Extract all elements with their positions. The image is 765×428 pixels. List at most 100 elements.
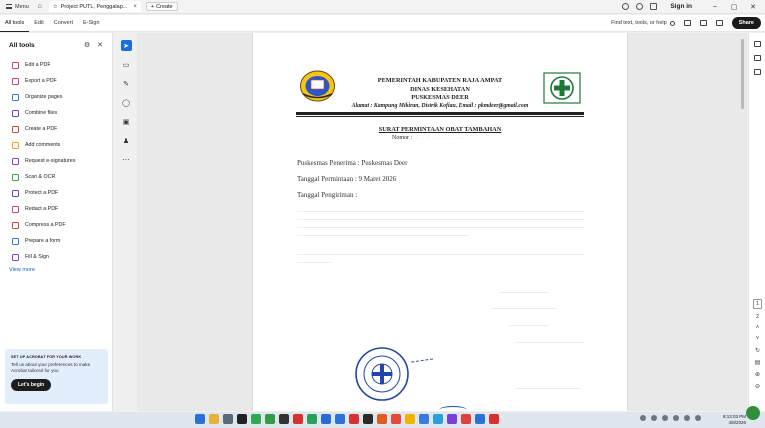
tool-item[interactable]: Fill & Sign	[0, 249, 112, 265]
tool-label: Compress a PDF	[25, 222, 66, 228]
taskbar-app-icon[interactable]	[419, 414, 429, 424]
text-box-icon[interactable]: ▣	[121, 116, 132, 127]
zoom-out-icon[interactable]: ⊖	[755, 383, 760, 390]
taskbar-app-icon[interactable]	[447, 414, 457, 424]
tool-item[interactable]: Compress a PDF	[0, 217, 112, 233]
tool-item[interactable]: Add comments	[0, 137, 112, 153]
tool-icon	[12, 173, 19, 181]
draw-lasso-icon[interactable]: ◯	[121, 97, 132, 108]
gear-icon[interactable]: ⚙	[84, 41, 90, 49]
save-icon[interactable]	[683, 20, 691, 26]
minimize-icon[interactable]: –	[709, 3, 721, 10]
tool-item[interactable]: Request e-signatures	[0, 153, 112, 169]
close-tab-icon[interactable]: ×	[133, 4, 137, 10]
taskbar-app-icon[interactable]	[335, 414, 345, 424]
header-line-3: PUSKESMAS DEER	[411, 94, 469, 101]
taskbar-app-icon[interactable]	[195, 414, 205, 424]
wifi-icon[interactable]	[673, 415, 679, 421]
assistant-bubble-icon[interactable]	[746, 406, 760, 420]
print-icon[interactable]	[715, 20, 723, 26]
page-view-icon[interactable]: ▤	[755, 359, 761, 366]
tab-all-tools[interactable]: All tools	[0, 15, 30, 32]
tray-cloud-icon[interactable]	[662, 415, 668, 421]
apps-icon[interactable]	[650, 3, 658, 10]
tab-convert[interactable]: Convert	[49, 15, 78, 32]
header-rule-thick	[296, 112, 584, 115]
tool-label: Add comments	[25, 142, 61, 148]
close-window-icon[interactable]: ✕	[747, 3, 759, 11]
notifications-icon[interactable]	[636, 3, 644, 10]
document-scrollbar[interactable]	[741, 39, 744, 109]
taskbar-app-icon[interactable]	[265, 414, 275, 424]
taskbar-app-icon[interactable]	[363, 414, 373, 424]
tool-item[interactable]: Redact a PDF	[0, 201, 112, 217]
select-cursor-icon[interactable]: ➤	[120, 40, 132, 51]
tool-label: Edit a PDF	[25, 62, 51, 68]
taskbar-app-icon[interactable]	[489, 414, 499, 424]
share-button[interactable]: Share	[731, 17, 761, 29]
battery-icon[interactable]	[695, 415, 701, 421]
upload-icon[interactable]	[699, 20, 707, 26]
add-comment-icon[interactable]: ▭	[121, 59, 132, 70]
page-up-icon[interactable]: ˄	[756, 325, 760, 331]
clock[interactable]: 8:13:03 PM 4/8/2026	[723, 414, 746, 426]
sign-in-button[interactable]: Sign in	[670, 3, 692, 10]
tool-item[interactable]: Protect a PDF	[0, 185, 112, 201]
tray-app-icon[interactable]	[651, 415, 657, 421]
field-request-date: Tanggal Permintaan : 9 Maret 2026	[297, 175, 397, 183]
letterhead-text: PEMERINTAH KABUPATEN RAJA AMPAT DINAS KE…	[313, 77, 567, 103]
taskbar-app-icon[interactable]	[475, 414, 485, 424]
taskbar-app-icon[interactable]	[251, 414, 261, 424]
taskbar-app-icon[interactable]	[391, 414, 401, 424]
tool-item[interactable]: Organize pages	[0, 89, 112, 105]
bookmark-icon[interactable]	[753, 55, 761, 61]
volume-icon[interactable]	[684, 415, 690, 421]
taskbar-app-icon[interactable]	[461, 414, 471, 424]
taskbar-app-icon[interactable]	[377, 414, 387, 424]
current-page-input[interactable]: 1	[753, 299, 762, 309]
highlight-pen-icon[interactable]: ✎	[121, 78, 132, 89]
letter-number: Nomor : / . . . / . . . . / . . . . . .	[392, 135, 463, 141]
tool-label: Fill & Sign	[25, 254, 49, 260]
zoom-in-icon[interactable]: ⊕	[755, 371, 760, 378]
comment-panel-icon[interactable]	[753, 41, 761, 47]
maximize-icon[interactable]: ▢	[728, 3, 740, 11]
tab-esign[interactable]: E-Sign	[78, 15, 105, 32]
taskbar-app-icon[interactable]	[307, 414, 317, 424]
taskbar-app-icon[interactable]	[237, 414, 247, 424]
help-icon[interactable]	[622, 3, 630, 10]
tool-item[interactable]: Prepare a form	[0, 233, 112, 249]
tool-item[interactable]: Scan & OCR	[0, 169, 112, 185]
document-tab[interactable]: ☆ Project PUTL, Penggalap... ×	[48, 1, 141, 12]
home-icon[interactable]: ⌂	[35, 3, 45, 10]
attachments-icon[interactable]	[753, 69, 761, 75]
taskbar-app-icon[interactable]	[349, 414, 359, 424]
tool-item[interactable]: Export a PDF	[0, 73, 112, 89]
tool-item[interactable]: Edit a PDF	[0, 57, 112, 73]
tray-chevron-icon[interactable]	[640, 415, 646, 421]
close-icon[interactable]: ✕	[97, 41, 103, 49]
taskbar-app-icon[interactable]	[293, 414, 303, 424]
page-down-icon[interactable]: ˅	[756, 336, 760, 342]
create-button[interactable]: + Create	[145, 2, 178, 11]
taskbar-app-icon[interactable]	[223, 414, 233, 424]
tab-edit[interactable]: Edit	[29, 15, 48, 32]
stamp-icon[interactable]: ♟	[121, 135, 132, 146]
tool-item[interactable]: Create a PDF	[0, 121, 112, 137]
star-icon[interactable]: ☆	[53, 4, 58, 10]
taskbar-app-icon[interactable]	[405, 414, 415, 424]
view-more-link[interactable]: View more	[0, 267, 112, 273]
more-tools-icon[interactable]: ⋯	[121, 154, 132, 165]
field-recipient: Puskesmas Penerima : Puskesmas Deer	[297, 159, 408, 167]
refresh-icon[interactable]: ↻	[755, 347, 760, 354]
find-search[interactable]: Find text, tools, or help	[611, 20, 675, 26]
tool-label: Scan & OCR	[25, 174, 56, 180]
taskbar-app-icon[interactable]	[279, 414, 289, 424]
menu-button[interactable]: Menu	[0, 0, 35, 14]
taskbar-app-icon[interactable]	[321, 414, 331, 424]
taskbar-app-icon[interactable]	[209, 414, 219, 424]
taskbar-app-icon[interactable]	[433, 414, 443, 424]
tool-item[interactable]: Combine files	[0, 105, 112, 121]
lets-begin-button[interactable]: Let's begin	[11, 379, 52, 391]
document-viewer[interactable]: PEMERINTAH KABUPATEN RAJA AMPAT DINAS KE…	[137, 33, 747, 411]
